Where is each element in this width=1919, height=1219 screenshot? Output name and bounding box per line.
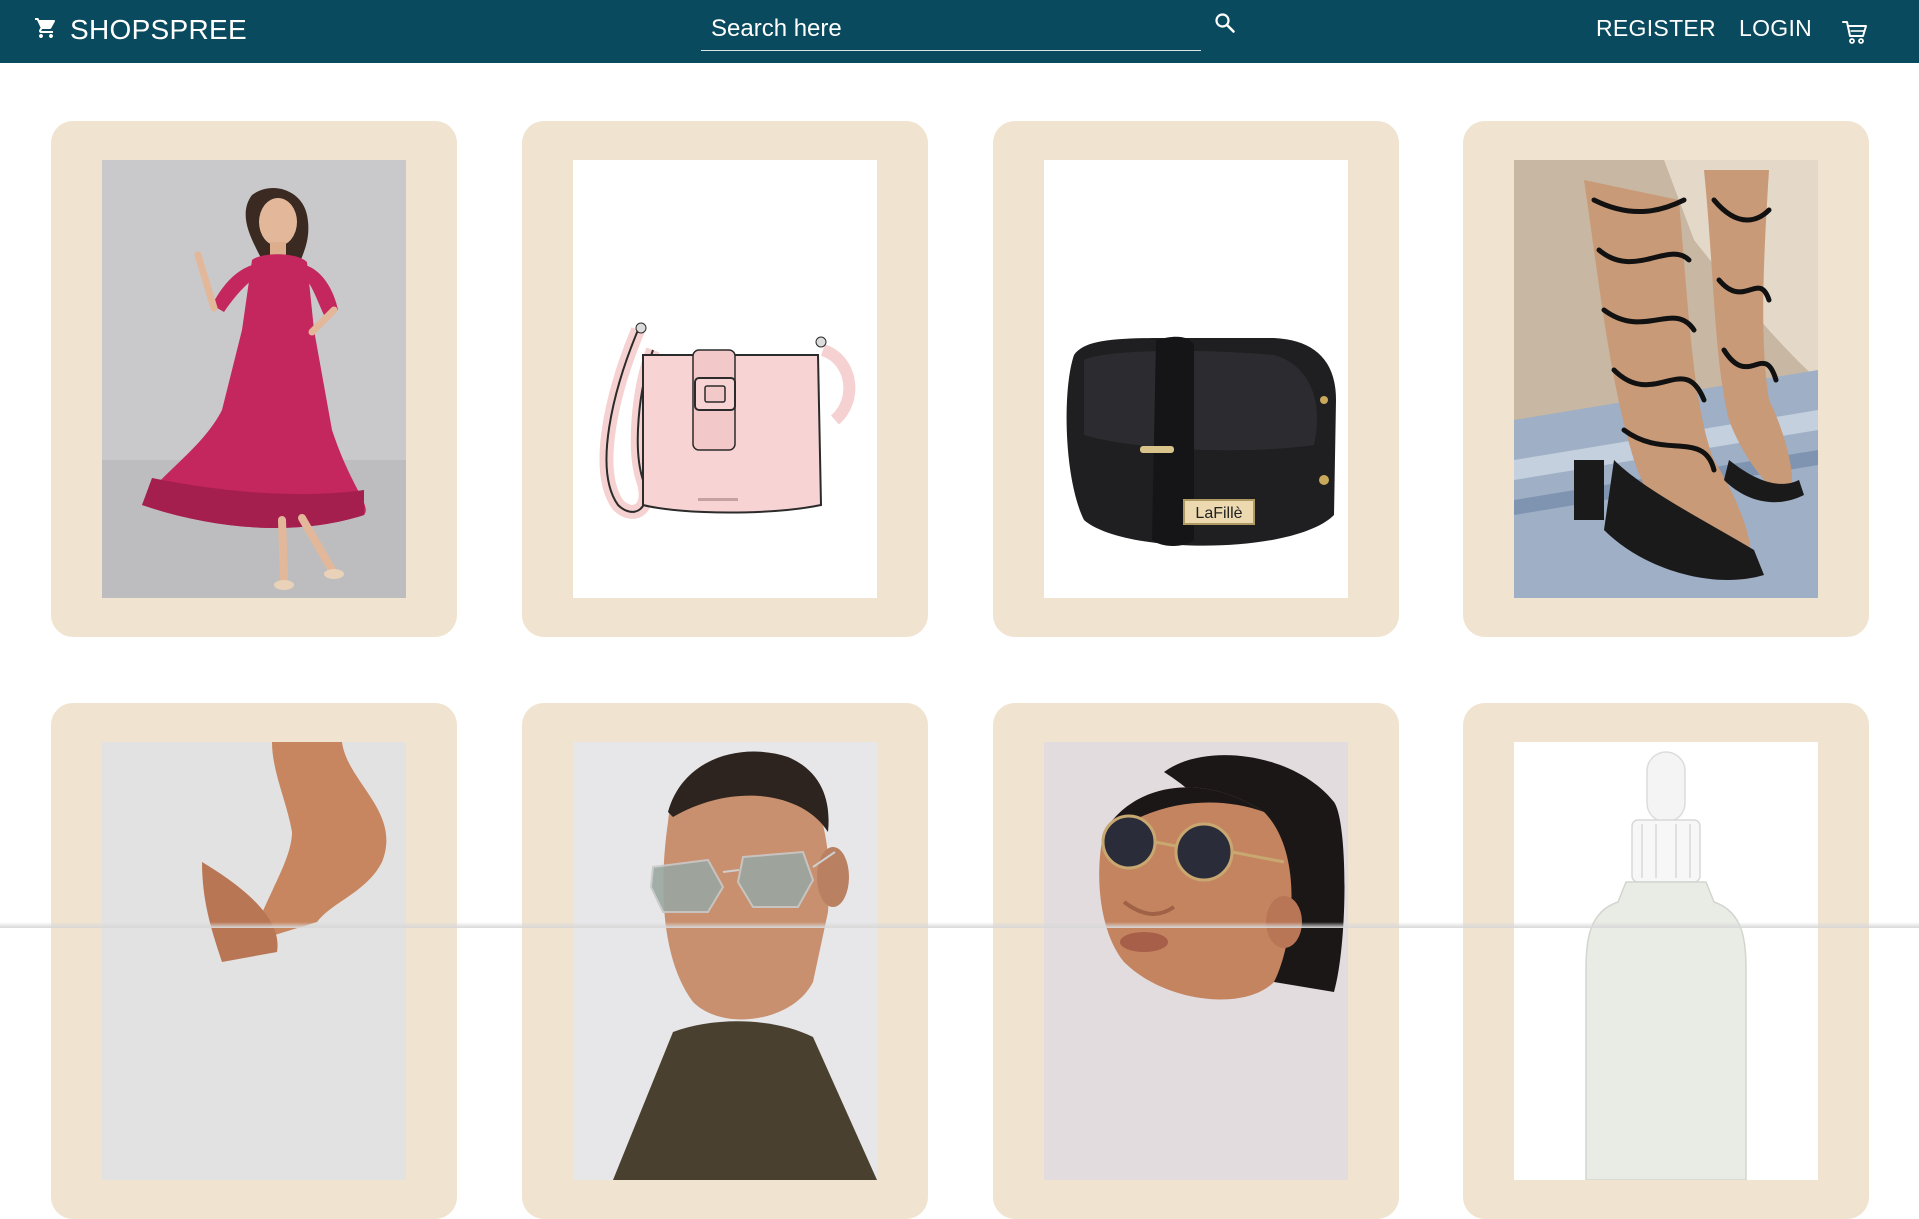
product-card[interactable]: [51, 703, 457, 1219]
product-image-man-hexagonal-sunglasses[interactable]: [573, 742, 877, 1180]
search-icon: [1213, 11, 1237, 40]
product-card[interactable]: [522, 121, 928, 637]
navbar: SHOPSPREE REGISTER LOGIN: [0, 0, 1919, 63]
login-link[interactable]: LOGIN: [1739, 15, 1812, 42]
product-image-legs-model[interactable]: [102, 742, 406, 1180]
product-card[interactable]: [522, 703, 928, 1219]
cart-button[interactable]: [1841, 18, 1873, 48]
product-card[interactable]: LaFillè: [993, 121, 1399, 637]
cart-outline-icon: [1841, 21, 1869, 50]
register-link[interactable]: REGISTER: [1596, 15, 1716, 42]
product-image-black-lace-up-heeled-sandals[interactable]: [1514, 160, 1818, 598]
shopping-cart-icon: [34, 16, 58, 45]
product-image-pink-maxi-dress[interactable]: [102, 160, 406, 598]
bag-brand-label: LaFillè: [1195, 505, 1242, 522]
search-input[interactable]: [701, 8, 1191, 50]
product-card[interactable]: [1463, 121, 1869, 637]
product-image-black-crossbody-bag[interactable]: LaFillè: [1044, 160, 1348, 598]
product-image-pink-crossbody-bag[interactable]: [573, 160, 877, 598]
brand-name: SHOPSPREE: [70, 14, 247, 45]
product-card[interactable]: [993, 703, 1399, 1219]
search-button[interactable]: [1210, 10, 1240, 40]
product-card[interactable]: [51, 121, 457, 637]
product-image-dropper-serum-bottle[interactable]: [1514, 742, 1818, 1180]
brand-logo[interactable]: SHOPSPREE: [34, 13, 247, 47]
product-card[interactable]: [1463, 703, 1869, 1219]
search-bar: [701, 8, 1201, 51]
product-image-woman-round-sunglasses[interactable]: [1044, 742, 1348, 1180]
page-bottom-edge: [0, 922, 1919, 928]
